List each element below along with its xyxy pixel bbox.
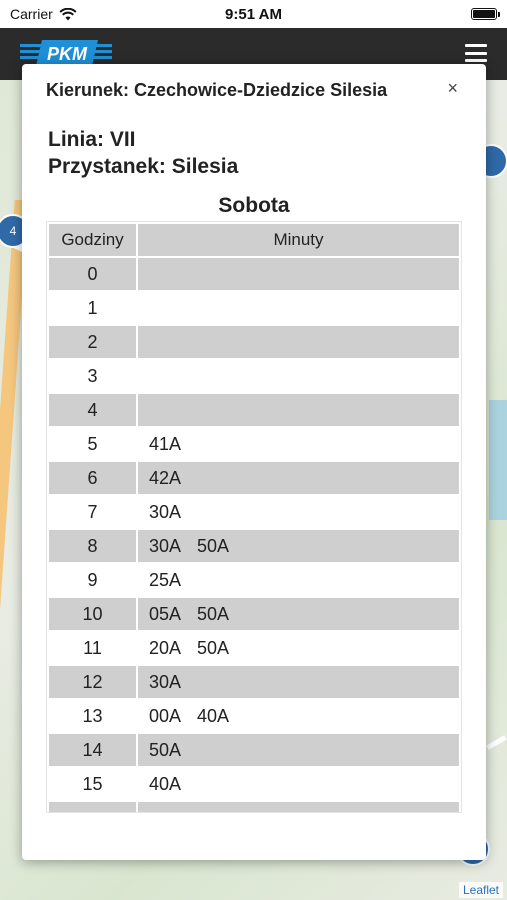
hour-cell: 0	[49, 258, 136, 290]
minutes-cell: 30A	[138, 666, 459, 698]
table-row: 11 20A 50A	[49, 632, 459, 664]
minutes-cell: 30A	[149, 501, 182, 522]
svg-text:PKM: PKM	[47, 44, 88, 64]
minutes-cell	[138, 258, 459, 290]
hour-cell: 2	[49, 326, 136, 358]
hour-cell: 6	[49, 462, 136, 494]
table-row: 6 42A	[49, 462, 459, 494]
hour-cell: 4	[49, 394, 136, 426]
hour-cell: 5	[87, 433, 98, 454]
minutes-cell: 20A 50A	[149, 637, 230, 658]
timetable-modal: Kierunek: Czechowice-Dziedzice Silesia ×…	[22, 64, 486, 860]
table-row: 12 30A	[49, 666, 459, 698]
table-row: 4	[49, 394, 459, 426]
table-row: 5 41A	[49, 428, 459, 460]
minutes-cell	[138, 360, 459, 392]
minutes-cell	[138, 802, 459, 812]
table-row: 13 00A 40A	[49, 700, 459, 732]
hour-cell: 10	[49, 598, 136, 630]
timetable: Godziny Minuty 0 1 2 3 4 5 41A 6 42A 7 30A 8 30A 50A…	[47, 222, 461, 812]
table-row: 0	[49, 258, 459, 290]
minutes-cell	[138, 292, 459, 324]
minutes-cell	[138, 326, 459, 358]
battery-icon	[471, 8, 500, 20]
close-button[interactable]: ×	[447, 78, 458, 99]
minutes-cell	[138, 394, 459, 426]
table-row: 14 50A	[49, 734, 459, 766]
pkm-logo[interactable]: PKM	[20, 40, 112, 66]
minutes-cell: 25A	[149, 569, 182, 590]
modal-title: Kierunek: Czechowice-Dziedzice Silesia	[46, 80, 388, 100]
leaflet-attribution-link[interactable]: Leaflet	[458, 882, 503, 898]
table-row: 1	[49, 292, 459, 324]
table-row: 3	[49, 360, 459, 392]
header-hours: Godziny	[49, 224, 136, 256]
table-row: 9 25A	[49, 564, 459, 596]
line-label: Linia: VII	[48, 128, 136, 151]
table-row: 2	[49, 326, 459, 358]
status-bar: Carrier 9:51 AM	[0, 0, 507, 28]
day-heading: Sobota	[218, 194, 290, 217]
hour-cell: 11	[83, 637, 102, 658]
minutes-cell: 40A	[149, 773, 182, 794]
hour-cell: 14	[49, 734, 136, 766]
route-info: Linia: VII Przystanek: Silesia	[48, 126, 238, 180]
table-row: 10 05A 50A	[49, 598, 459, 630]
table-row: 15 40A	[49, 768, 459, 800]
carrier-label: Carrier	[10, 6, 53, 22]
hour-cell: 8	[49, 530, 136, 562]
hour-cell: 3	[87, 365, 98, 386]
table-row: 7 30A	[49, 496, 459, 528]
table-row: 8 30A 50A	[49, 530, 459, 562]
minutes-cell: 41A	[149, 433, 182, 454]
menu-icon[interactable]	[465, 44, 487, 62]
wifi-icon	[59, 7, 77, 20]
minutes-cell: 42A	[138, 462, 459, 494]
header-minutes: Minuty	[138, 224, 459, 256]
hour-cell: 13	[82, 705, 103, 726]
table-row	[49, 802, 459, 812]
minutes-cell: 05A 50A	[138, 598, 459, 630]
hour-cell: 9	[87, 569, 98, 590]
timetable-scroll-area[interactable]: Godziny Minuty 0 1 2 3 4 5 41A 6 42A 7 30A 8 30A 50A…	[46, 221, 462, 813]
minutes-cell: 30A 50A	[138, 530, 459, 562]
minutes-cell: 50A	[138, 734, 459, 766]
hour-cell: 15	[82, 773, 103, 794]
minutes-cell: 00A 40A	[149, 705, 230, 726]
hour-cell: 7	[87, 501, 98, 522]
hour-cell: 12	[49, 666, 136, 698]
hour-cell	[49, 802, 136, 812]
hour-cell: 1	[87, 297, 98, 318]
stop-label: Przystanek: Silesia	[48, 155, 239, 178]
